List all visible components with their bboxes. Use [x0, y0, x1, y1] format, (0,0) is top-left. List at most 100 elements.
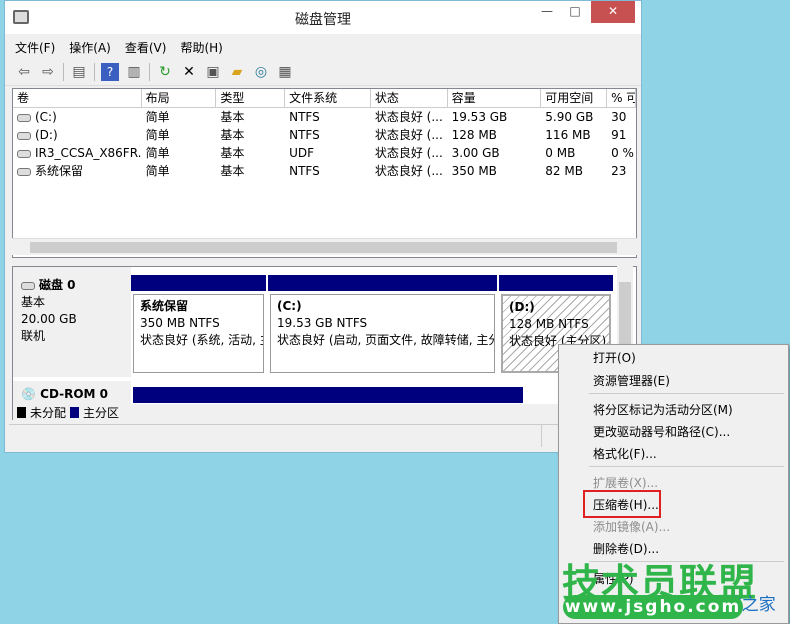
open-icon[interactable]: ▰: [228, 63, 246, 81]
column-header-free-space[interactable]: 可用空间: [541, 89, 608, 107]
column-header-status[interactable]: 状态: [371, 89, 448, 107]
table-cell: 5.90 GB: [545, 110, 594, 124]
back-icon[interactable]: ⇦: [15, 63, 33, 81]
column-header-layout[interactable]: 布局: [142, 89, 217, 107]
cdrom-name: CD-ROM 0: [40, 387, 109, 401]
table-cell: IR3_CCSA_X86FR...: [35, 146, 142, 160]
properties-icon[interactable]: ▣: [204, 63, 222, 81]
settings-icon[interactable]: ▦: [276, 63, 294, 81]
scrollbar-thumb[interactable]: [30, 242, 617, 253]
delete-icon[interactable]: ✕: [180, 63, 198, 81]
menu-item[interactable]: 将分区标记为活动分区(M): [593, 400, 733, 420]
partition-status: 状态良好 (启动, 页面文件, 故障转储, 主分: [277, 333, 495, 347]
cdrom-icon: 💿: [21, 387, 36, 401]
menu-item[interactable]: 格式化(F)...: [593, 444, 657, 464]
menu-file[interactable]: 文件(F): [15, 39, 55, 56]
forward-icon[interactable]: ⇨: [39, 63, 57, 81]
table-cell: 19.53 GB: [451, 110, 508, 124]
disk-size: 20.00 GB: [21, 312, 77, 326]
partition-bar: [499, 275, 613, 291]
table-cell: 状态良好 (...: [374, 128, 443, 142]
disk-graphical-view: 磁盘 0 基本 20.00 GB 联机 系统保留 350 MB NTFS 状态良好 …: [12, 266, 637, 420]
menu-view[interactable]: 查看(V): [125, 39, 167, 56]
table-cell: (C:): [35, 110, 57, 124]
menu-item[interactable]: 资源管理器(E): [593, 371, 670, 391]
partition-size: 350 MB NTFS: [140, 316, 220, 330]
menu-item: 添加镜像(A)...: [593, 520, 671, 534]
disk-icon: [21, 281, 35, 290]
column-header-filesystem[interactable]: 文件系统: [285, 89, 371, 107]
table-cell: 3.00 GB: [451, 146, 500, 160]
table-cell: (D:): [35, 128, 58, 142]
column-header-volume[interactable]: 卷: [13, 89, 142, 107]
partition-name: (D:): [509, 300, 535, 314]
disk-status: 联机: [21, 329, 46, 343]
partition-bar: [131, 275, 266, 291]
partition-size: 128 MB NTFS: [509, 317, 589, 331]
action-pane-icon[interactable]: ▥: [125, 63, 143, 81]
table-cell: 状态良好 (...: [374, 146, 443, 160]
table-cell: 116 MB: [545, 128, 591, 142]
legend-unallocated: 未分配: [30, 405, 67, 420]
menu-separator: [589, 466, 784, 467]
menu-item[interactable]: 更改驱动器号和路径(C)...: [593, 422, 730, 442]
maximize-button[interactable]: □: [561, 1, 589, 23]
column-header-capacity[interactable]: 容量: [448, 89, 542, 107]
table-cell: 简单: [145, 146, 170, 160]
menu-action[interactable]: 操作(A): [69, 39, 111, 56]
menu-help[interactable]: 帮助(H): [180, 39, 222, 56]
toolbar-divider: [94, 62, 95, 81]
legend-swatch-unallocated: [17, 406, 26, 418]
partition-system-reserved[interactable]: 系统保留 350 MB NTFS 状态良好 (系统, 活动, 主: [131, 275, 266, 375]
column-header-type[interactable]: 类型: [216, 89, 286, 107]
partition-name: (C:): [277, 299, 302, 313]
disk-0-info[interactable]: 磁盘 0 基本 20.00 GB 联机: [13, 267, 131, 377]
partition-name: 系统保留: [140, 299, 189, 313]
explore-icon[interactable]: ◎: [252, 63, 270, 81]
table-cell: 简单: [145, 164, 170, 178]
table-row[interactable]: (D:) 简单 基本 NTFS 状态良好 (... 128 MB 116 MB 91: [13, 126, 636, 144]
menu-item[interactable]: 打开(O): [593, 348, 636, 368]
table-cell: 基本: [220, 146, 245, 160]
title-bar: 磁盘管理 — □ ✕: [5, 1, 641, 34]
table-cell: 状态良好 (...: [374, 110, 443, 124]
drive-icon: [17, 131, 31, 140]
horizontal-scrollbar[interactable]: [12, 238, 637, 255]
table-cell: 350 MB: [451, 164, 497, 178]
console-tree-icon[interactable]: ▤: [70, 63, 88, 81]
table-cell: 0 MB: [545, 146, 576, 160]
refresh-icon[interactable]: ↻: [156, 63, 174, 81]
column-header-percent-free[interactable]: % 可: [607, 89, 636, 107]
legend-swatch-primary: [70, 406, 80, 418]
help-icon[interactable]: ?: [101, 62, 119, 81]
table-cell: 简单: [145, 110, 170, 124]
table-row[interactable]: (C:) 简单 基本 NTFS 状态良好 (... 19.53 GB 5.90 GB 30: [13, 108, 636, 126]
cdrom-partition-bar[interactable]: [133, 387, 523, 403]
partition-c[interactable]: (C:) 19.53 GB NTFS 状态良好 (启动, 页面文件, 故障转储, 主…: [268, 275, 497, 375]
table-cell: UDF: [289, 146, 315, 160]
minimize-button[interactable]: —: [533, 1, 561, 23]
toolbar-divider: [149, 62, 150, 81]
disk-name: 磁盘 0: [39, 278, 76, 292]
menu-separator: [589, 393, 784, 394]
legend-primary: 主分区: [83, 405, 120, 420]
cdrom-icon: [17, 149, 31, 158]
close-button[interactable]: ✕: [591, 1, 635, 23]
table-cell: 基本: [220, 110, 245, 124]
toolbar-divider: [63, 62, 64, 81]
volume-list-header: 卷 布局 类型 文件系统 状态 容量 可用空间 % 可: [13, 89, 636, 108]
table-row[interactable]: 系统保留 简单 基本 NTFS 状态良好 (... 350 MB 82 MB 23: [13, 162, 636, 180]
table-cell: 128 MB: [451, 128, 497, 142]
status-bar: [9, 424, 637, 448]
table-cell: 基本: [220, 164, 245, 178]
partition-size: 19.53 GB NTFS: [277, 316, 368, 330]
table-row[interactable]: IR3_CCSA_X86FR... 简单 基本 UDF 状态良好 (... 3.00 GB…: [13, 144, 636, 162]
table-cell: 91: [611, 128, 627, 142]
disk-type: 基本: [21, 295, 46, 309]
toolbar: ⇦ ⇨ ▤ ? ▥ ↻ ✕ ▣ ▰ ◎ ▦: [5, 58, 641, 86]
menu-bar: 文件(F) 操作(A) 查看(V) 帮助(H): [5, 36, 641, 58]
table-cell: 23: [611, 164, 627, 178]
partition-bar: [268, 275, 497, 291]
table-cell: 简单: [145, 128, 170, 142]
table-cell: NTFS: [289, 128, 320, 142]
